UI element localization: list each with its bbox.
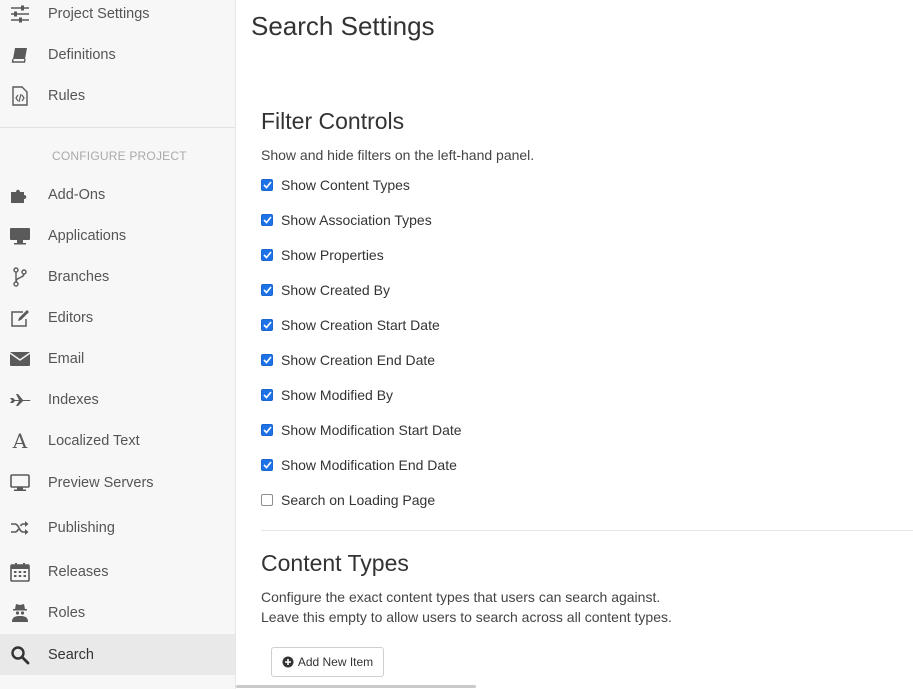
content-types-heading: Content Types: [261, 550, 409, 576]
desktop-icon: [9, 472, 31, 494]
sidebar-item-label: Project Settings: [48, 5, 150, 22]
branch-icon: [9, 266, 31, 288]
sidebar-item-editors[interactable]: Editors: [0, 297, 235, 338]
checkbox-show-content-types[interactable]: Show Content Types: [261, 176, 410, 194]
sidebar-item-label: Applications: [48, 227, 127, 244]
sidebar-item-label: Indexes: [48, 391, 99, 408]
sidebar-item-label: Releases: [48, 563, 109, 580]
checkbox-label: Show Modification End Date: [281, 457, 457, 473]
checkbox-unchecked-icon[interactable]: [261, 494, 273, 506]
sidebar-item-label: Search: [48, 646, 94, 663]
sidebar-item-label: Publishing: [48, 519, 115, 536]
sidebar-item-label: Editors: [48, 309, 94, 326]
checkbox-label: Show Creation End Date: [281, 352, 436, 368]
sidebar-item-label: Add-Ons: [48, 186, 106, 203]
font-icon: A: [12, 428, 28, 453]
user-secret-icon: [9, 602, 31, 624]
checkbox-label: Show Modification Start Date: [281, 422, 462, 438]
sidebar-item-email[interactable]: Email: [0, 338, 235, 379]
sidebar-item-label: Rules: [48, 87, 86, 104]
filter-controls-description: Show and hide filters on the left-hand p…: [261, 147, 535, 163]
sidebar-item-definitions[interactable]: Definitions: [0, 34, 235, 75]
shuffle-icon: [9, 517, 31, 539]
sidebar-item-indexes[interactable]: Indexes: [0, 379, 235, 420]
calendar-icon: [9, 561, 31, 583]
checkbox-show-created-by[interactable]: Show Created By: [261, 281, 390, 299]
edit-icon: [9, 307, 31, 329]
add-new-item-button[interactable]: Add New Item: [271, 647, 384, 677]
sidebar-item-applications[interactable]: Applications: [0, 215, 235, 256]
checkbox-show-association-types[interactable]: Show Association Types: [261, 211, 432, 229]
checkbox-show-modification-start-date[interactable]: Show Modification Start Date: [261, 421, 462, 439]
sidebar-item-localized-text[interactable]: A Localized Text: [0, 420, 235, 461]
checkbox-label: Show Content Types: [281, 177, 410, 193]
checkbox-checked-icon[interactable]: [261, 249, 273, 261]
code-file-icon: [9, 85, 31, 107]
puzzle-icon: [9, 184, 31, 206]
checkbox-checked-icon[interactable]: [261, 424, 273, 436]
sidebar-item-label: Preview Servers: [48, 474, 154, 491]
book-icon: [9, 44, 31, 66]
content-types-description-line2: Leave this empty to allow users to searc…: [261, 609, 672, 625]
checkbox-checked-icon[interactable]: [261, 354, 273, 366]
checkbox-checked-icon[interactable]: [261, 459, 273, 471]
checkbox-label: Show Modified By: [281, 387, 394, 403]
envelope-icon: [9, 348, 31, 370]
sidebar-item-project-settings[interactable]: Project Settings: [0, 0, 235, 34]
page-title: Search Settings: [251, 11, 435, 41]
checkbox-label: Search on Loading Page: [281, 492, 436, 508]
sidebar-item-publishing[interactable]: Publishing: [0, 507, 235, 548]
checkbox-label: Show Created By: [281, 282, 390, 298]
sidebar-item-add-ons[interactable]: Add-Ons: [0, 174, 235, 215]
sidebar-item-label: Email: [48, 350, 85, 367]
sidebar-item-branches[interactable]: Branches: [0, 256, 235, 297]
checkbox-checked-icon[interactable]: [261, 389, 273, 401]
checkbox-checked-icon[interactable]: [261, 319, 273, 331]
section-divider: [261, 530, 913, 531]
checkbox-checked-icon[interactable]: [261, 214, 273, 226]
filter-controls-heading: Filter Controls: [261, 108, 405, 134]
checkbox-checked-icon[interactable]: [261, 284, 273, 296]
sidebar-divider: [0, 127, 235, 128]
checkbox-show-modification-end-date[interactable]: Show Modification End Date: [261, 456, 457, 474]
plus-circle-icon: [282, 656, 294, 668]
monitor-icon: [9, 225, 31, 247]
checkbox-checked-icon[interactable]: [261, 179, 273, 191]
sidebar: Project Settings Definitions Rules CONFI…: [0, 0, 236, 689]
checkbox-search-on-loading-page[interactable]: Search on Loading Page: [261, 491, 435, 509]
checkbox-label: Show Creation Start Date: [281, 317, 440, 333]
sidebar-item-label: Branches: [48, 268, 110, 285]
checkbox-show-modified-by[interactable]: Show Modified By: [261, 386, 393, 404]
checkbox-label: Show Properties: [281, 247, 384, 263]
content-types-description-line1: Configure the exact content types that u…: [261, 589, 661, 605]
checkbox-label: Show Association Types: [281, 212, 432, 228]
sidebar-item-label: Localized Text: [48, 432, 140, 449]
section-header: CONFIGURE PROJECT: [52, 149, 187, 163]
sidebar-item-releases[interactable]: Releases: [0, 551, 235, 592]
sidebar-item-search[interactable]: Search: [0, 634, 235, 675]
checkbox-show-creation-end-date[interactable]: Show Creation End Date: [261, 351, 435, 369]
search-icon: [9, 644, 31, 666]
add-new-item-label: Add New Item: [297, 655, 374, 669]
sidebar-item-preview-servers[interactable]: Preview Servers: [0, 462, 235, 503]
sidebar-item-label: Roles: [48, 604, 86, 621]
checkbox-show-properties[interactable]: Show Properties: [261, 246, 384, 264]
sidebar-item-roles[interactable]: Roles: [0, 592, 235, 633]
checkbox-show-creation-start-date[interactable]: Show Creation Start Date: [261, 316, 440, 334]
sidebar-item-rules[interactable]: Rules: [0, 75, 235, 116]
sidebar-item-label: Definitions: [48, 46, 116, 63]
sliders-icon: [9, 3, 31, 25]
horizontal-scrollbar[interactable]: [236, 685, 476, 688]
main-content: Search Settings Filter Controls Show and…: [236, 0, 913, 689]
plane-icon: [9, 389, 31, 411]
